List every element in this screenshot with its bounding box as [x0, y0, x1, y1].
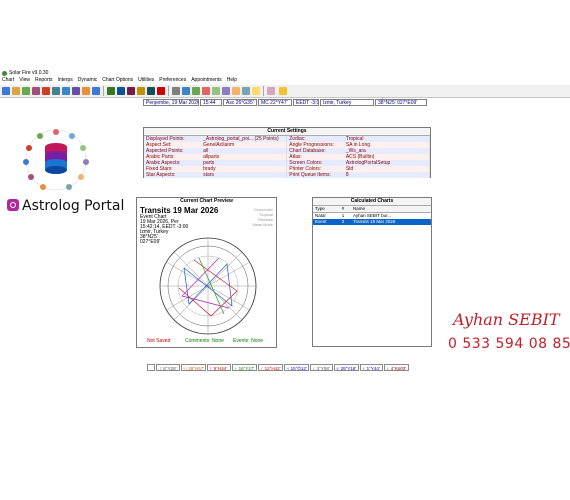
toolbar-divider	[103, 86, 104, 96]
pie-icon[interactable]	[222, 87, 230, 95]
list-icon[interactable]	[172, 87, 180, 95]
chart-grid-icon[interactable]	[267, 87, 275, 95]
save-icon[interactable]	[22, 87, 30, 95]
settings-row: Star Aspects: stars Print Queue Items: 8	[144, 172, 430, 178]
planet-moon: ☽ 8°Y28'	[156, 364, 180, 371]
planet-saturn: ♄ 3°Y58'	[310, 364, 333, 371]
phone-number: 0 533 594 08 85	[448, 336, 570, 352]
menu-chart[interactable]: Chart	[2, 77, 14, 83]
menu-reports[interactable]: Reports	[35, 77, 53, 83]
comments-label: Comments: None	[185, 338, 224, 344]
planet-mercury: ☿ 9°H34'	[207, 364, 231, 371]
chart-name-cell: Transits 19 Mar 2026	[351, 219, 431, 225]
chart-type-cell: Event	[313, 219, 340, 225]
save-state-label: Not Saved	[147, 338, 171, 344]
chart-preview-title: Current Chart Preview	[180, 198, 233, 204]
current-settings-panel: Current Settings Displayed Points: _Astro…	[143, 127, 431, 178]
planet-venus: ♀ 16°Y17'	[232, 364, 257, 371]
events-label: Events: None	[233, 338, 264, 344]
setting-label: Print Queue Items:	[289, 172, 331, 178]
calculated-charts-table: Type # Name Natal 1 Ayhan SEBIT bur... Even…	[313, 206, 431, 225]
planet-pluto: ♇ 4°Kü03'	[384, 364, 409, 371]
menu-appointments[interactable]: Appointments	[191, 77, 222, 83]
chart-preview-panel[interactable]: Current Chart Preview Transits 19 Mar 20…	[136, 197, 277, 348]
menu-utilities[interactable]: Utilities	[138, 77, 154, 83]
chart-legend: Geocentric Tropical Placidus Mean Node	[252, 207, 273, 227]
status-indicator-icon	[147, 364, 155, 371]
status-timezone: EEDT -3:00	[293, 99, 319, 106]
planet-position-bar: ☽ 8°Y28' ☉ 28°H57' ☿ 9°H34' ♀ 16°Y17' ♂ …	[147, 364, 409, 372]
chart-number-cell: 2	[339, 219, 351, 225]
refresh-icon[interactable]	[82, 87, 90, 95]
menu-interps[interactable]: Interps	[58, 77, 73, 83]
animate-icon[interactable]	[202, 87, 210, 95]
signature-text: Ayhan SEBIT	[453, 310, 560, 329]
menu-view[interactable]: View	[19, 77, 30, 83]
edit-chart-icon[interactable]	[32, 87, 40, 95]
database-stack-icon	[45, 143, 67, 174]
status-coordinates: 38°N25' 027°E09'	[375, 99, 427, 106]
planet-jupiter: ♃ 15°Ö12'	[284, 364, 309, 371]
window-title: Solar Fire v9.0.30	[9, 70, 49, 76]
menu-preferences[interactable]: Preferences	[159, 77, 186, 83]
chart-list-row[interactable]: Event 2 Transits 19 Mar 2026	[313, 219, 431, 225]
progress-icon[interactable]	[192, 87, 200, 95]
open-chart-icon[interactable]	[12, 87, 20, 95]
setting-value: 8	[343, 172, 430, 178]
planet-neptune: ♆ 1°Y44'	[360, 364, 383, 371]
harmonics-icon[interactable]	[212, 87, 220, 95]
star-icon[interactable]	[242, 87, 250, 95]
dynamic-icon[interactable]	[182, 87, 190, 95]
search-icon[interactable]	[72, 87, 80, 95]
planet-mars: ♂ 12°H42'	[258, 364, 283, 371]
help-icon[interactable]	[279, 87, 287, 95]
app-icon	[2, 71, 7, 76]
menu-dynamic[interactable]: Dynamic	[78, 77, 97, 83]
toolbar	[0, 85, 570, 98]
aspect-icon[interactable]	[137, 87, 145, 95]
toolbar-divider	[168, 86, 169, 96]
calculated-charts-title: Calculated Charts	[313, 198, 431, 206]
planet-sun: ☉ 28°H57'	[181, 364, 206, 371]
brand-line: Astrolog Portal	[7, 198, 124, 214]
calendar-icon[interactable]	[42, 87, 50, 95]
status-date: Perşembe, 19 Mar 2026	[143, 99, 199, 106]
natal-wheel	[159, 237, 257, 335]
current-settings-title: Current Settings	[144, 128, 430, 136]
toolbar-divider	[263, 86, 264, 96]
gear-icon[interactable]	[92, 87, 100, 95]
planet-uranus: ♅ 28°Y18'	[334, 364, 359, 371]
chart-status-row: Perşembe, 19 Mar 2026 15:44 Asc 26°G35' …	[0, 98, 570, 107]
heart-icon[interactable]	[157, 87, 165, 95]
setting-value: stars	[201, 172, 288, 178]
status-asc: Asc 26°G35'	[223, 99, 257, 106]
brand-name: Astrolog Portal	[22, 198, 125, 214]
setting-label: Star Aspects:	[146, 172, 176, 178]
legend-line: Mean Node	[252, 222, 273, 227]
menu-bar: Chart View Reports Interps Dynamic Chart Opti…	[0, 77, 570, 84]
window-title-bar: Solar Fire v9.0.30	[0, 70, 570, 77]
new-chart-icon[interactable]	[2, 87, 10, 95]
menu-chart-options[interactable]: Chart Options	[102, 77, 133, 83]
timer-icon[interactable]	[252, 87, 260, 95]
status-time: 15:44	[200, 99, 222, 106]
map-icon[interactable]	[232, 87, 240, 95]
transits-icon[interactable]	[52, 87, 60, 95]
globe-icon[interactable]	[147, 87, 155, 95]
instagram-icon	[7, 199, 19, 211]
calculated-charts-panel: Calculated Charts Type # Name Natal 1 Ayha…	[312, 197, 432, 347]
astrolog-portal-logo	[20, 125, 92, 195]
report-icon[interactable]	[127, 87, 135, 95]
menu-help[interactable]: Help	[227, 77, 237, 83]
print-icon[interactable]	[62, 87, 70, 95]
status-mc: MC 22°Y47'	[258, 99, 292, 106]
settings-table: Displayed Points: _Astrolog_portal_poi...…	[144, 136, 430, 178]
wheel-icon[interactable]	[117, 87, 125, 95]
grid-icon[interactable]	[107, 87, 115, 95]
status-location: Izmir, Turkey	[320, 99, 374, 106]
